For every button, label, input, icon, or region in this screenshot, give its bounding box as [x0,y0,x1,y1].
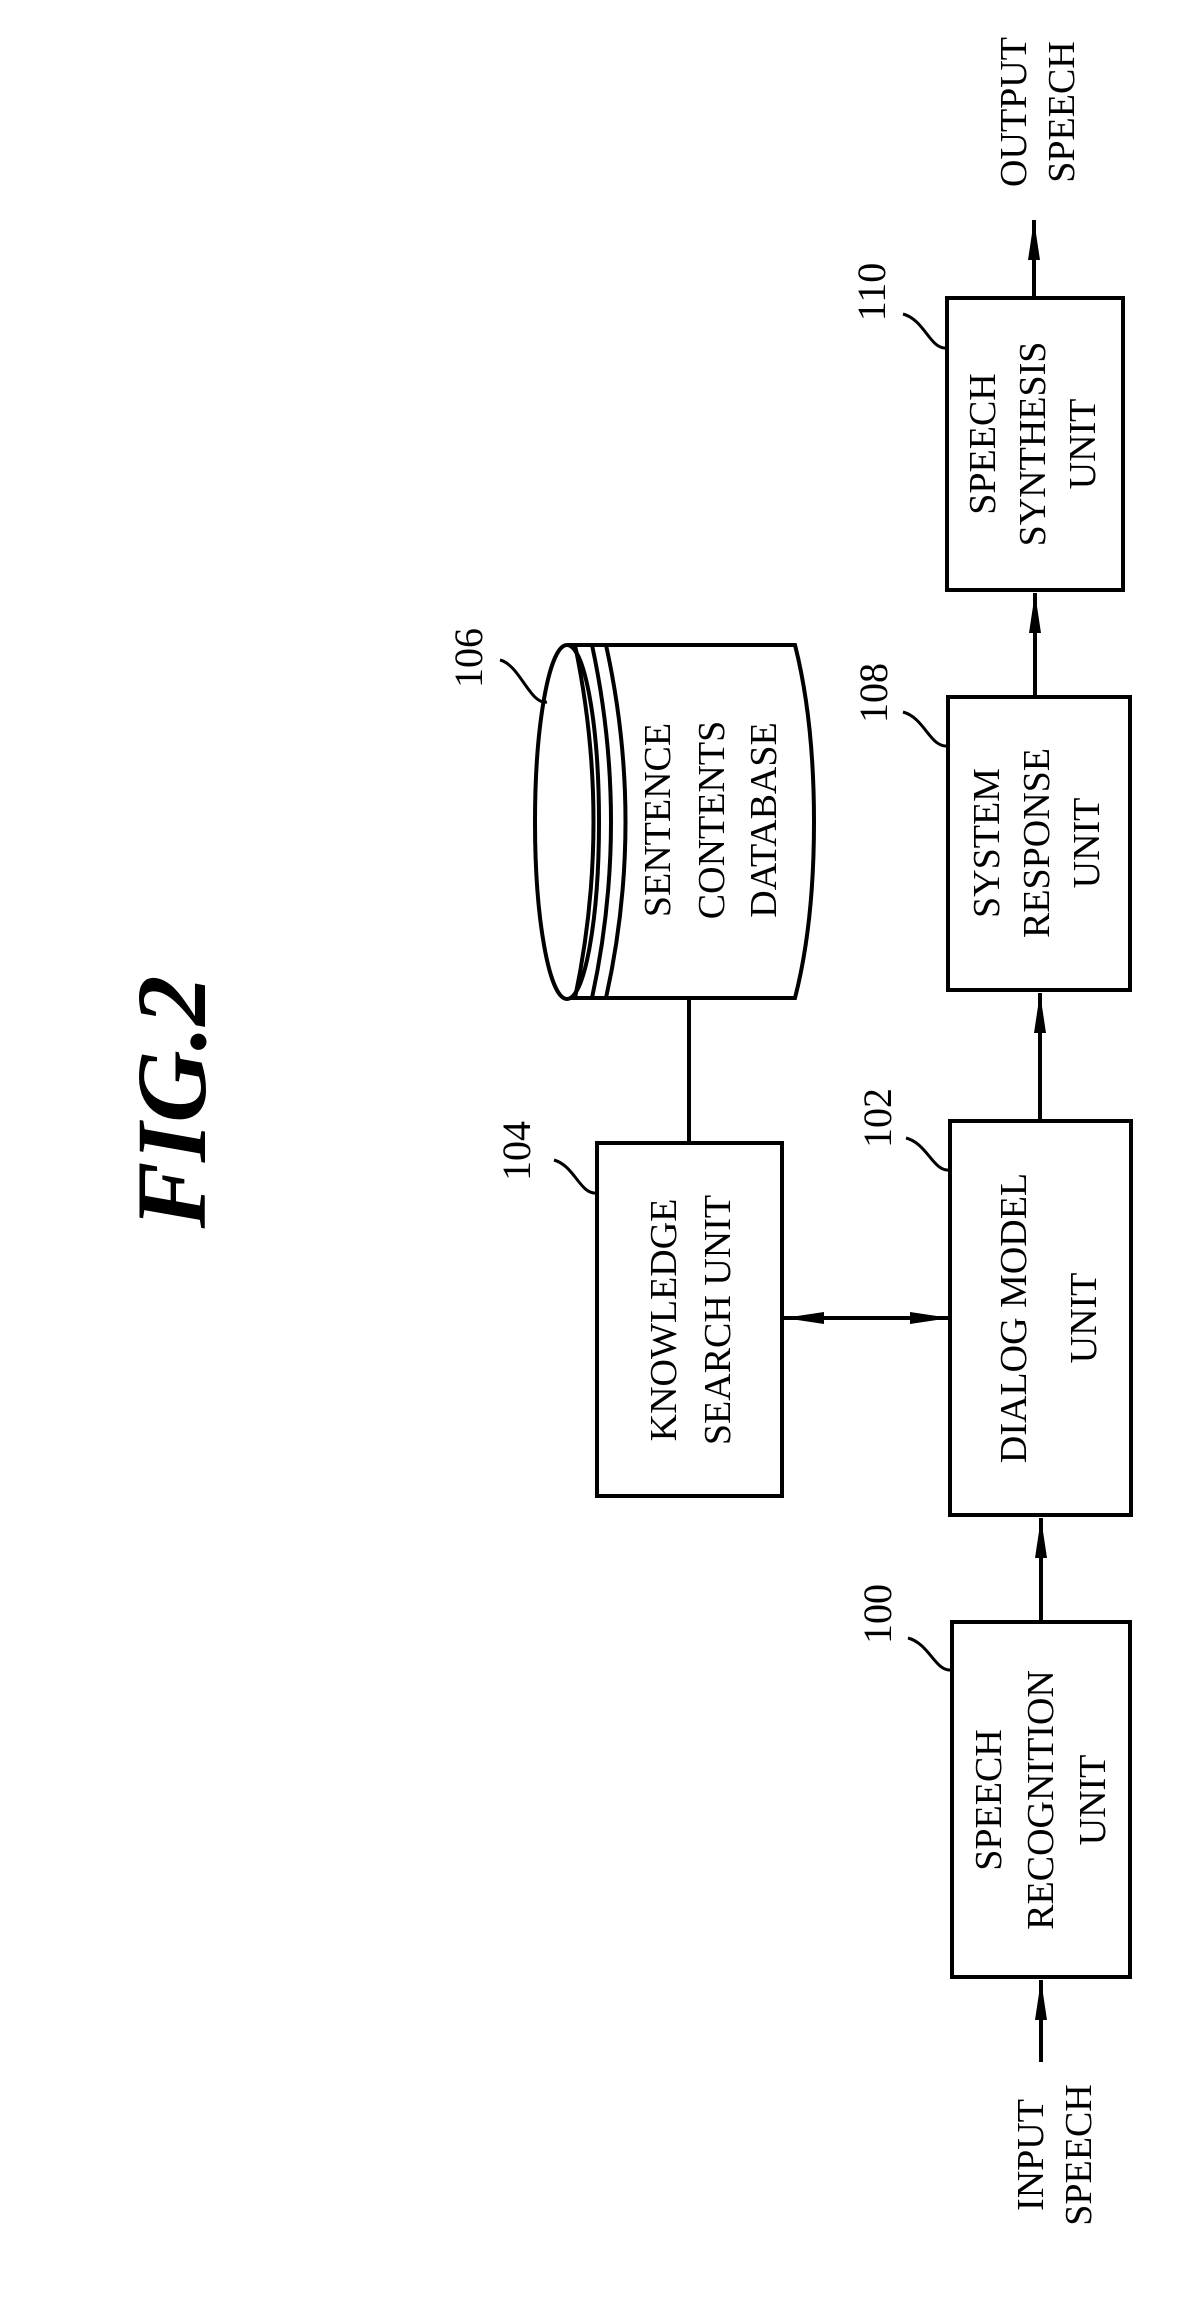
system-response-unit: SYSTEM RESPONSE UNIT 108 [851,663,1132,992]
input-speech-line1: INPUT [1010,2099,1052,2211]
database-label-line3: DATABASE [743,722,785,917]
system-response-label-line1: SYSTEM [966,768,1008,918]
speech-synthesis-unit: SPEECH SYNTHESIS UNIT 110 [849,263,1125,592]
knowledge-search-label-line2: SEARCH UNIT [697,1195,739,1445]
block-diagram: FIG.2 SPEECH SYNTHESIS UNIT 110 SYSTEM R… [116,37,1133,2226]
output-speech-line2: SPEECH [1041,41,1083,182]
knowledge-search-box [595,1141,784,1498]
speech-recognition-ref: 100 [855,1584,900,1644]
database-leader [499,658,548,704]
speech-synthesis-label-line2: SYNTHESIS [1012,342,1054,547]
speech-recognition-unit: SPEECH RECOGNITION UNIT 100 [855,1584,1132,1979]
dialog-model-ref: 102 [855,1088,900,1148]
system-response-label-line2: RESPONSE [1016,748,1058,938]
speech-recognition-leader [907,1636,953,1672]
database-cylinder-top [533,643,601,1001]
system-response-leader [902,710,949,748]
output-speech-line1: OUTPUT [993,37,1035,187]
speech-synthesis-ref: 110 [849,263,894,322]
system-response-label-line3: UNIT [1066,798,1108,889]
speech-recognition-label-line2: RECOGNITION [1020,1670,1062,1930]
knowledge-search-leader [553,1158,598,1195]
speech-recognition-label-line1: SPEECH [968,1729,1010,1870]
input-speech-line2: SPEECH [1058,2084,1100,2225]
database-label-line1: SENTENCE [637,723,679,917]
system-response-ref: 108 [851,663,896,723]
speech-synthesis-label-line3: UNIT [1062,399,1104,490]
knowledge-search-label-line1: KNOWLEDGE [643,1199,685,1442]
database-label-line2: CONTENTS [691,721,733,919]
database-ref: 106 [446,628,491,688]
input-speech-label: INPUT SPEECH [1010,2084,1100,2225]
speech-recognition-label-line3: UNIT [1072,1755,1114,1846]
output-speech-label: OUTPUT SPEECH [993,37,1083,187]
speech-synthesis-label-line1: SPEECH [962,373,1004,514]
sentence-contents-database: SENTENCE CONTENTS DATABASE 106 [446,628,817,1001]
figure-title: FIG.2 [116,976,227,1230]
dialog-model-label-line1: DIALOG MODEL [993,1173,1035,1463]
dialog-model-unit: DIALOG MODEL UNIT 102 [855,1088,1133,1517]
dialog-model-label-line2: UNIT [1063,1273,1105,1364]
knowledge-search-unit: KNOWLEDGE SEARCH UNIT 104 [494,1121,784,1498]
knowledge-search-ref: 104 [494,1121,539,1181]
speech-synthesis-leader [902,312,948,350]
figure-title-text: FIG.2 [116,976,227,1230]
dialog-model-leader [905,1136,951,1172]
